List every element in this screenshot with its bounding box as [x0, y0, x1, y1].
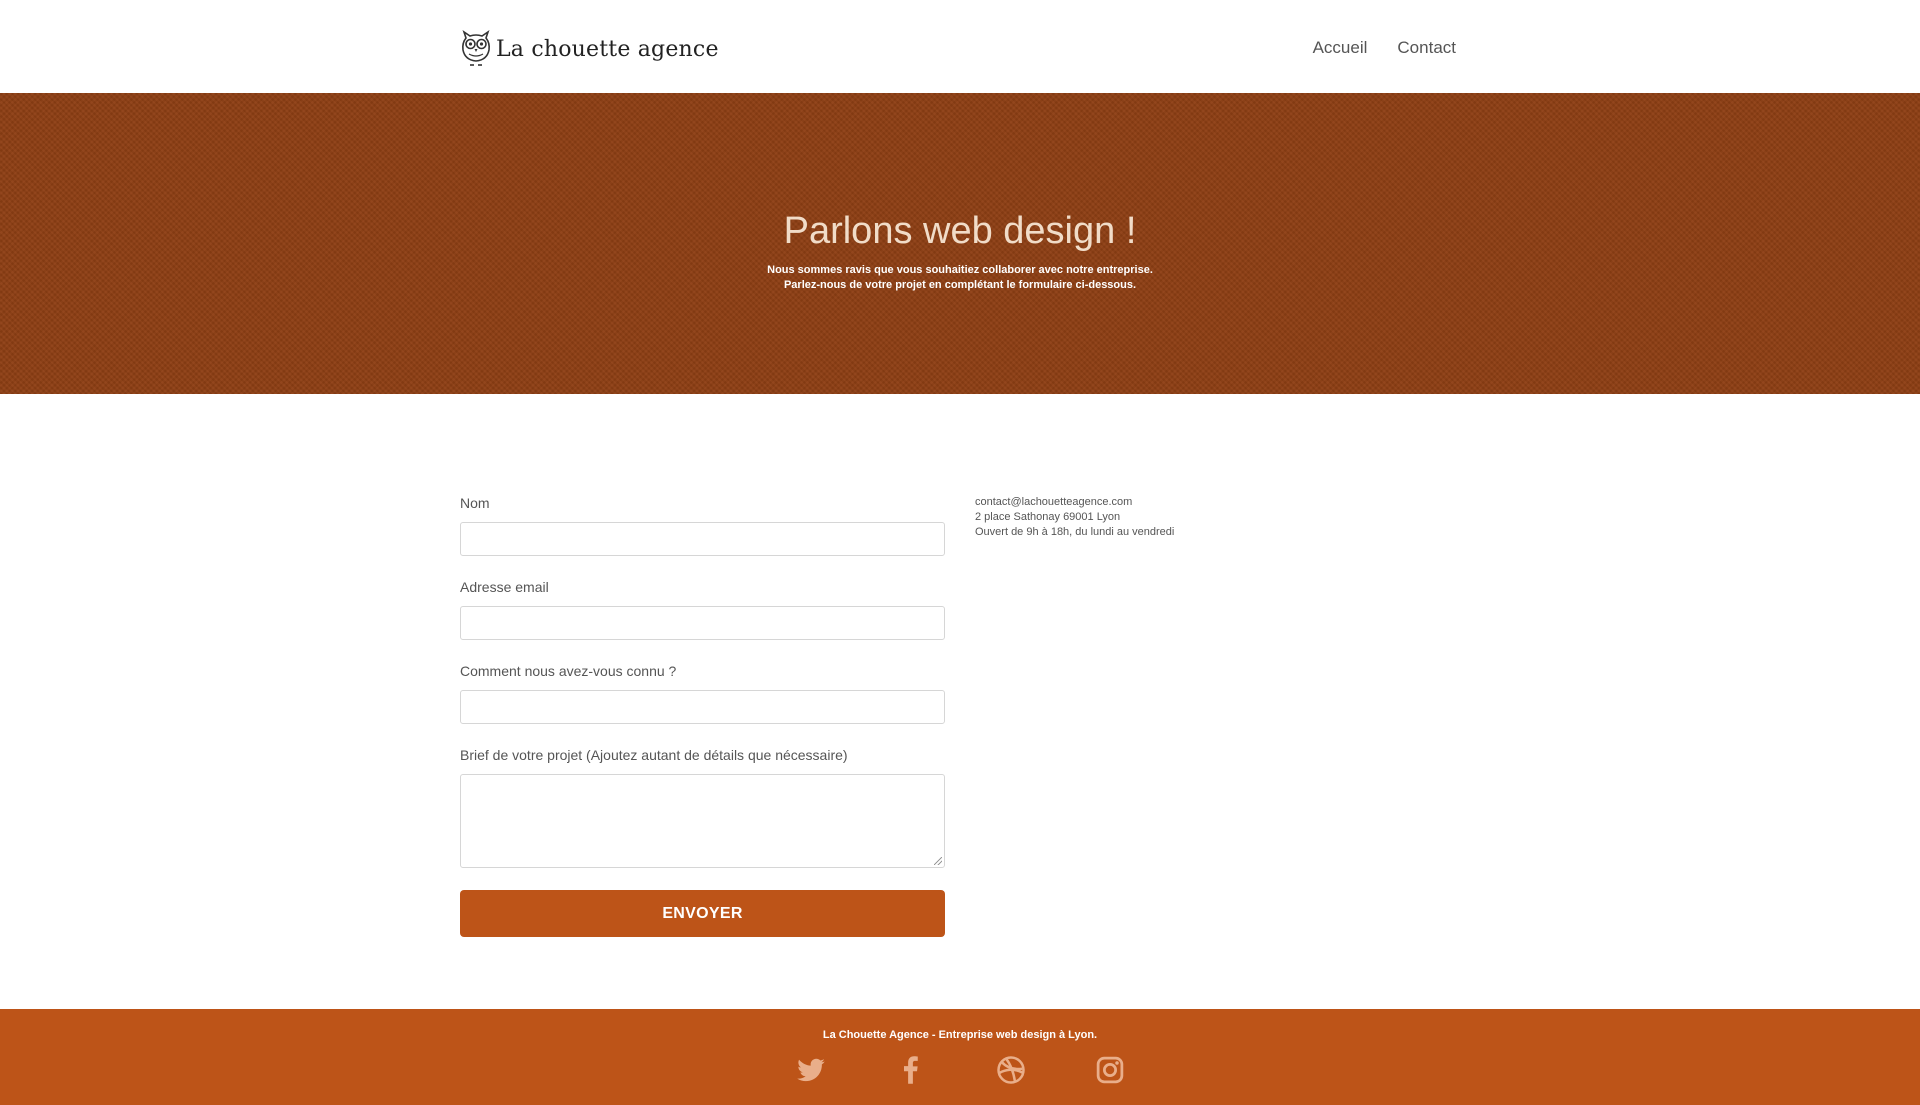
- site-header: La chouette agence Accueil Contact: [0, 0, 1920, 93]
- site-footer: La Chouette Agence - Entreprise web desi…: [0, 1009, 1920, 1105]
- name-field[interactable]: [460, 522, 945, 556]
- contact-address: 2 place Sathonay 69001 Lyon: [975, 511, 1121, 523]
- contact-email: contact@lachouetteagence.com: [975, 496, 1133, 508]
- contact-form: Nom Adresse email Comment nous avez-vous…: [460, 495, 945, 937]
- footer-text: La Chouette Agence - Entreprise web desi…: [822, 1029, 1098, 1041]
- main-nav: Accueil Contact: [1313, 38, 1456, 58]
- contact-hours: Ouvert de 9h à 18h, du lundi au vendredi: [975, 526, 1175, 538]
- email-label: Adresse email: [460, 579, 549, 595]
- hero-subtitle-line-1: Nous sommes ravis que vous souhaitiez co…: [767, 264, 1153, 276]
- brief-label: Brief de votre projet (Ajoutez autant de…: [460, 747, 848, 763]
- brand-logo[interactable]: La chouette agence: [460, 30, 719, 68]
- owl-icon: [462, 30, 490, 66]
- dribbble-icon[interactable]: [996, 1055, 1026, 1085]
- source-field[interactable]: [460, 690, 945, 724]
- instagram-icon[interactable]: [1095, 1055, 1125, 1085]
- name-label: Nom: [460, 495, 490, 511]
- brand-name: La chouette agence: [496, 36, 719, 62]
- contact-info: contact@lachouetteagence.com 2 place Sat…: [975, 495, 1174, 540]
- nav-link-contact[interactable]: Contact: [1397, 38, 1456, 58]
- brief-textarea[interactable]: [460, 774, 945, 868]
- hero-subtitle-line-2: Parlez-nous de votre projet en complétan…: [783, 279, 1137, 291]
- submit-button[interactable]: ENVOYER: [460, 890, 945, 937]
- facebook-icon[interactable]: [896, 1055, 926, 1085]
- hero-banner: Parlons web design ! Nous sommes ravis q…: [0, 93, 1920, 394]
- twitter-icon[interactable]: [796, 1055, 826, 1085]
- social-links: [796, 1055, 1125, 1087]
- source-label: Comment nous avez-vous connu ?: [460, 663, 677, 679]
- resize-handle[interactable]: [934, 857, 942, 865]
- nav-link-accueil[interactable]: Accueil: [1313, 38, 1368, 58]
- hero-title: Parlons web design !: [783, 210, 1137, 252]
- email-field[interactable]: [460, 606, 945, 640]
